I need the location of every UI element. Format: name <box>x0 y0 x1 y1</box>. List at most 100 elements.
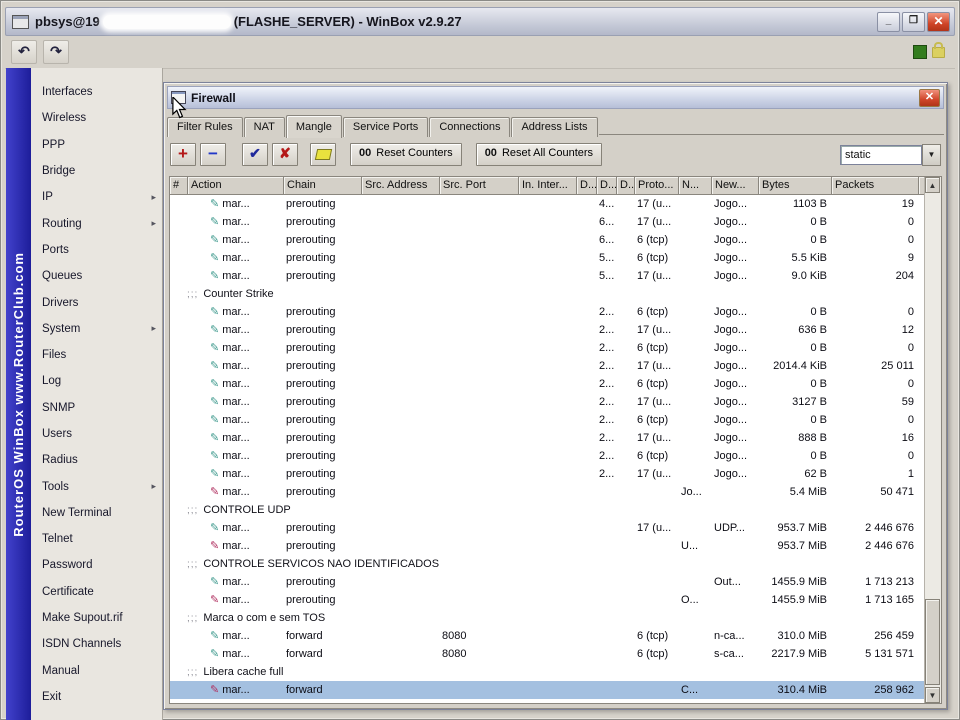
comment-row[interactable]: ;;; Libera cache full <box>170 663 925 681</box>
rule-row[interactable]: ✎ mar... prerouting 2... 6 (tcp) Jogo... 0 B 0 <box>170 339 925 357</box>
sidebar-item-routing[interactable]: Routing ▸ <box>31 210 162 236</box>
sidebar-item-manual[interactable]: Manual <box>31 658 162 684</box>
rule-row[interactable]: ✎ mar... prerouting Jo... 5.4 MiB 50 471 <box>170 483 925 501</box>
scroll-up-button[interactable]: ▲ <box>925 177 940 193</box>
add-rule-button[interactable]: + <box>170 143 196 166</box>
comment-row[interactable]: ;;; CONTROLE UDP <box>170 501 925 519</box>
rule-row[interactable]: ✎ mar... prerouting 2... 6 (tcp) Jogo... 0 B 0 <box>170 375 925 393</box>
rule-row[interactable]: ✎ mar... prerouting O... 1455.9 MiB 1 713 165 <box>170 591 925 609</box>
sidebar-item-interfaces[interactable]: Interfaces <box>31 79 162 105</box>
firewall-close-button[interactable]: ✕ <box>919 88 940 107</box>
rule-row[interactable]: ✎ mar... prerouting 2... 17 (u... Jogo... 636 … <box>170 321 925 339</box>
tab-nat[interactable]: NAT <box>243 117 285 137</box>
comment-button[interactable] <box>310 143 336 166</box>
column-header-srcport[interactable]: Src. Port <box>440 177 519 195</box>
reset-counters-button[interactable]: 00 Reset Counters <box>350 143 462 166</box>
comment-row[interactable]: ;;; Marca o com e sem TOS <box>170 609 925 627</box>
sidebar-item-snmp[interactable]: SNMP <box>31 395 162 421</box>
sidebar-item-queues[interactable]: Queues <box>31 263 162 289</box>
filter-dropdown-arrow[interactable]: ▼ <box>922 143 941 166</box>
column-header-bytes[interactable]: Bytes <box>759 177 832 195</box>
tab-address-lists[interactable]: Address Lists <box>511 117 598 137</box>
column-header-d[interactable]: D... <box>577 177 597 195</box>
sidebar-item-ppp[interactable]: PPP <box>31 132 162 158</box>
rule-row[interactable]: ✎ mar... forward 8080 6 (tcp) s-ca... 2217.9 M… <box>170 645 925 663</box>
mark-pencil-icon: ✎ <box>210 450 220 462</box>
column-header-new[interactable]: New... <box>712 177 759 195</box>
sidebar-item-files[interactable]: Files <box>31 342 162 368</box>
tab-filter-rules[interactable]: Filter Rules <box>167 117 243 137</box>
sidebar-item-system[interactable]: System ▸ <box>31 316 162 342</box>
sidebar-item-bridge[interactable]: Bridge <box>31 158 162 184</box>
redo-button[interactable]: ↷ <box>43 40 69 64</box>
sidebar-item-radius[interactable]: Radius <box>31 447 162 473</box>
maximize-button[interactable]: ❐ <box>902 11 925 32</box>
rule-row[interactable]: ✎ mar... prerouting 6... 6 (tcp) Jogo... 0 B 0 <box>170 231 925 249</box>
rule-row[interactable]: ✎ mar... prerouting U... 953.7 MiB 2 446 676 <box>170 537 925 555</box>
sidebar-item-certificate[interactable]: Certificate <box>31 579 162 605</box>
cell-src-port <box>440 231 519 249</box>
vertical-scrollbar[interactable]: ▲ ▼ <box>924 177 941 703</box>
reset-all-counters-button[interactable]: 00 Reset All Counters <box>475 143 603 166</box>
sidebar-item-wireless[interactable]: Wireless <box>31 105 162 131</box>
rule-row[interactable]: ✎ mar... prerouting 2... 6 (tcp) Jogo... 0 B 0 <box>170 411 925 429</box>
cell-action: ✎ mar... <box>188 231 284 249</box>
column-header-srcaddress[interactable]: Src. Address <box>362 177 440 195</box>
rule-row[interactable]: ✎ mar... prerouting 4... 17 (u... Jogo... 1103… <box>170 195 925 213</box>
rule-row[interactable]: ✎ mar... prerouting 2... 17 (u... Jogo... 3127… <box>170 393 925 411</box>
sidebar-item-tools[interactable]: Tools ▸ <box>31 473 162 499</box>
scroll-down-button[interactable]: ▼ <box>925 687 940 703</box>
column-header-d[interactable]: D... <box>617 177 635 195</box>
rule-row[interactable]: ✎ mar... prerouting 2... 6 (tcp) Jogo... 0 B 0 <box>170 303 925 321</box>
sidebar-item-drivers[interactable]: Drivers <box>31 289 162 315</box>
sidebar-item-password[interactable]: Password <box>31 552 162 578</box>
rule-row[interactable]: ✎ mar... prerouting 2... 17 (u... Jogo... 888 … <box>170 429 925 447</box>
rule-row[interactable]: ✎ mar... prerouting 17 (u... UDP... 953.7 MiB… <box>170 519 925 537</box>
comment-row[interactable]: ;;; Counter Strike <box>170 285 925 303</box>
filter-dropdown[interactable]: static <box>840 144 922 165</box>
column-header-#[interactable]: # <box>170 177 188 195</box>
undo-button[interactable]: ↶ <box>11 40 37 64</box>
rule-row[interactable]: ✎ mar... prerouting 5... 17 (u... Jogo... 9.0 … <box>170 267 925 285</box>
rule-row[interactable]: ✎ mar... prerouting 2... 6 (tcp) Jogo... 0 B 0 <box>170 447 925 465</box>
column-header-ininter[interactable]: In. Inter... <box>519 177 577 195</box>
sidebar-item-isdn-channels[interactable]: ISDN Channels <box>31 631 162 657</box>
sidebar-item-log[interactable]: Log <box>31 368 162 394</box>
rule-row[interactable]: ✎ mar... prerouting 6... 17 (u... Jogo... 0 B 0 <box>170 213 925 231</box>
column-header-n[interactable]: N... <box>679 177 712 195</box>
close-button[interactable]: ✕ <box>927 11 950 32</box>
sidebar-item-new-terminal[interactable]: New Terminal <box>31 500 162 526</box>
tab-service-ports[interactable]: Service Ports <box>342 117 429 137</box>
tab-connections[interactable]: Connections <box>429 117 511 137</box>
cell-new-mark: Jogo... <box>714 468 748 480</box>
minimize-button[interactable]: _ <box>877 11 900 32</box>
cell-number <box>170 375 188 393</box>
comment-row[interactable]: ;;; CONTROLE SERVICOS NAO IDENTIFICADOS <box>170 555 925 573</box>
rule-row[interactable]: ✎ mar... prerouting Out... 1455.9 MiB 1 713 2… <box>170 573 925 591</box>
column-header-action[interactable]: Action <box>188 177 284 195</box>
column-header-proto[interactable]: Proto... <box>635 177 679 195</box>
sidebar-item-telnet[interactable]: Telnet <box>31 526 162 552</box>
column-header-d[interactable]: D... <box>597 177 617 195</box>
remove-rule-button[interactable]: − <box>200 143 226 166</box>
rule-row[interactable]: ✎ mar... forward C... 310.4 MiB 258 962 <box>170 681 925 699</box>
sidebar-item-ip[interactable]: IP ▸ <box>31 184 162 210</box>
column-header-packets[interactable]: Packets <box>832 177 919 195</box>
enable-rule-button[interactable]: ✔ <box>242 143 268 166</box>
sidebar-item-exit[interactable]: Exit <box>31 684 162 710</box>
column-header-chain[interactable]: Chain <box>284 177 362 195</box>
mark-pencil-icon: ✎ <box>210 684 220 696</box>
firewall-titlebar[interactable]: Firewall ✕ <box>167 86 944 109</box>
sidebar-item-make-supout-rif[interactable]: Make Supout.rif <box>31 605 162 631</box>
mark-pencil-icon: ✎ <box>210 396 220 408</box>
rule-row[interactable]: ✎ mar... forward 8080 6 (tcp) n-ca... 310.0 Mi… <box>170 627 925 645</box>
sidebar-item-ports[interactable]: Ports <box>31 237 162 263</box>
cell-dst-1 <box>577 267 597 285</box>
rule-row[interactable]: ✎ mar... prerouting 5... 6 (tcp) Jogo... 5.5 K… <box>170 249 925 267</box>
scrollbar-thumb[interactable] <box>925 599 940 685</box>
rule-row[interactable]: ✎ mar... prerouting 2... 17 (u... Jogo... 62 B… <box>170 465 925 483</box>
sidebar-item-users[interactable]: Users <box>31 421 162 447</box>
rule-row[interactable]: ✎ mar... prerouting 2... 17 (u... Jogo... 2014… <box>170 357 925 375</box>
disable-rule-button[interactable]: ✘ <box>272 143 298 166</box>
tab-mangle[interactable]: Mangle <box>285 115 342 138</box>
